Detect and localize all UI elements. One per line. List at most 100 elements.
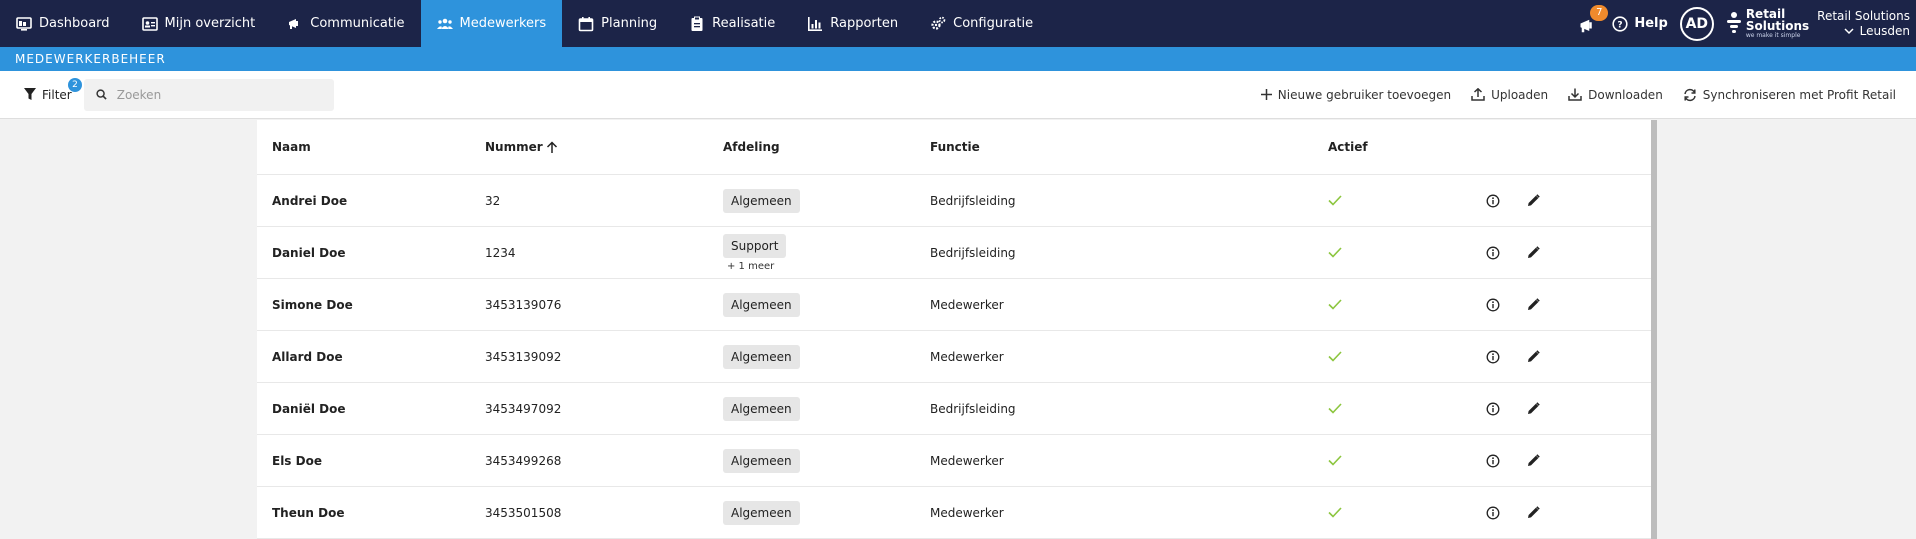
search-box [83,78,334,111]
nav-communicatie[interactable]: Communicatie [271,0,420,47]
cell-naam: Andrei Doe [272,175,347,226]
cell-functie: Medewerker [930,435,1004,486]
employee-function: Medewerker [930,297,1004,312]
organisation-location: Leusden [1859,23,1910,38]
cell-functie: Bedrijfsleiding [930,383,1016,434]
brand-logo: Retail Solutions we make it simple [1726,8,1809,39]
check-icon [1328,455,1342,466]
search-icon [96,89,107,100]
sync-button[interactable]: Synchroniseren met Profit Retail [1683,88,1896,102]
info-icon[interactable] [1486,454,1500,468]
toolbar-actions: Nieuwe gebruiker toevoegen Uploaden Down… [1260,87,1896,102]
cell-info [1486,279,1500,330]
header-label: Nummer [485,140,543,154]
cell-actief [1328,383,1342,434]
cell-edit [1527,383,1540,434]
sync-icon [1684,88,1696,101]
brand-tagline: we make it simple [1745,32,1801,39]
employee-name: Els Doe [272,453,322,468]
info-icon[interactable] [1486,298,1500,312]
toolbar: Filter 2 Nieuwe gebruiker toevoegen Uplo… [0,71,1916,119]
question-circle-icon: ? [1612,15,1628,32]
cell-naam: Allard Doe [272,331,343,382]
notifications-button[interactable]: 7 [1578,4,1609,35]
cell-edit [1527,175,1540,226]
nav-medewerkers[interactable]: Medewerkers [420,0,563,47]
top-navigation-bar: Dashboard Mijn overzicht Communicatie Me… [0,0,1916,47]
help-button[interactable]: ? Help [1612,15,1668,32]
nav-rapporten[interactable]: Rapporten [791,0,914,47]
cell-actief [1328,435,1342,486]
filter-label: Filter [42,87,72,102]
cell-actief [1328,487,1342,538]
notification-badge: 7 [1590,4,1609,21]
cell-naam: Daniël Doe [272,383,346,434]
employee-number: 32 [485,193,501,208]
nav-planning[interactable]: Planning [562,0,673,47]
cell-edit [1527,279,1540,330]
cell-edit [1527,331,1540,382]
column-header-actief[interactable]: Actief [1328,120,1368,174]
info-icon[interactable] [1486,402,1500,416]
table-row[interactable]: Simone Doe 3453139076 Algemeen Medewerke… [257,279,1651,331]
add-user-button[interactable]: Nieuwe gebruiker toevoegen [1260,87,1452,102]
pencil-icon[interactable] [1527,194,1540,207]
department-more[interactable]: + 1 meer [727,261,774,272]
column-header-naam[interactable]: Naam [272,120,311,174]
filter-icon [24,88,36,100]
cell-functie: Medewerker [930,279,1004,330]
employee-number: 3453499268 [485,453,562,468]
bar-chart-icon [808,16,823,31]
employee-function: Bedrijfsleiding [930,193,1016,208]
pencil-icon[interactable] [1527,246,1540,259]
chevron-down-icon [1844,27,1854,34]
gears-icon [931,16,946,30]
table-scrollbar[interactable] [1651,120,1657,539]
table-row[interactable]: Allard Doe 3453139092 Algemeen Medewerke… [257,331,1651,383]
download-label: Downloaden [1588,87,1663,102]
check-icon [1328,507,1342,518]
cell-functie: Bedrijfsleiding [930,175,1016,226]
nav-label: Planning [601,16,658,31]
employee-name: Daniel Doe [272,245,346,260]
cell-info [1486,175,1500,226]
table-row[interactable]: Theun Doe 3453501508 Algemeen Medewerker [257,487,1651,539]
table-row[interactable]: Daniel Doe 1234 Support + 1 meer Bedrijf… [257,227,1651,279]
column-header-functie[interactable]: Functie [930,120,980,174]
upload-button[interactable]: Uploaden [1471,88,1548,102]
clipboard-icon [691,16,703,31]
cell-actief [1328,227,1342,278]
organisation-selector[interactable]: Retail Solutions Leusden [1817,9,1910,39]
nav-configuratie[interactable]: Configuratie [914,0,1049,47]
user-avatar[interactable]: AD [1679,6,1714,41]
nav-mijn-overzicht[interactable]: Mijn overzicht [126,0,272,47]
employee-function: Bedrijfsleiding [930,401,1016,416]
column-header-nummer[interactable]: Nummer [485,120,558,174]
search-input[interactable] [116,87,307,102]
nav-realisatie[interactable]: Realisatie [673,0,791,47]
table-row[interactable]: Andrei Doe 32 Algemeen Bedrijfsleiding [257,175,1651,227]
employee-name: Simone Doe [272,297,353,312]
table-row[interactable]: Els Doe 3453499268 Algemeen Medewerker [257,435,1651,487]
column-header-afdeling[interactable]: Afdeling [723,120,780,174]
info-icon[interactable] [1486,194,1500,208]
pencil-icon[interactable] [1527,402,1540,415]
employee-number: 1234 [485,245,516,260]
cell-functie: Bedrijfsleiding [930,227,1016,278]
table-row[interactable]: Daniël Doe 3453497092 Algemeen Bedrijfsl… [257,383,1651,435]
add-user-label: Nieuwe gebruiker toevoegen [1277,87,1452,102]
topbar-right: 7 ? Help AD Retail Solutions we make it … [1578,0,1916,47]
info-icon[interactable] [1486,506,1500,520]
cell-info [1486,331,1500,382]
nav-label: Dashboard [39,16,110,31]
info-icon[interactable] [1486,246,1500,260]
download-button[interactable]: Downloaden [1568,88,1663,102]
pencil-icon[interactable] [1527,506,1540,519]
pencil-icon[interactable] [1527,350,1540,363]
info-icon[interactable] [1486,350,1500,364]
nav-label: Realisatie [712,16,776,31]
pencil-icon[interactable] [1527,454,1540,467]
pencil-icon[interactable] [1527,298,1540,311]
filter-button[interactable]: Filter 2 [24,77,82,102]
nav-dashboard[interactable]: Dashboard [0,0,126,47]
